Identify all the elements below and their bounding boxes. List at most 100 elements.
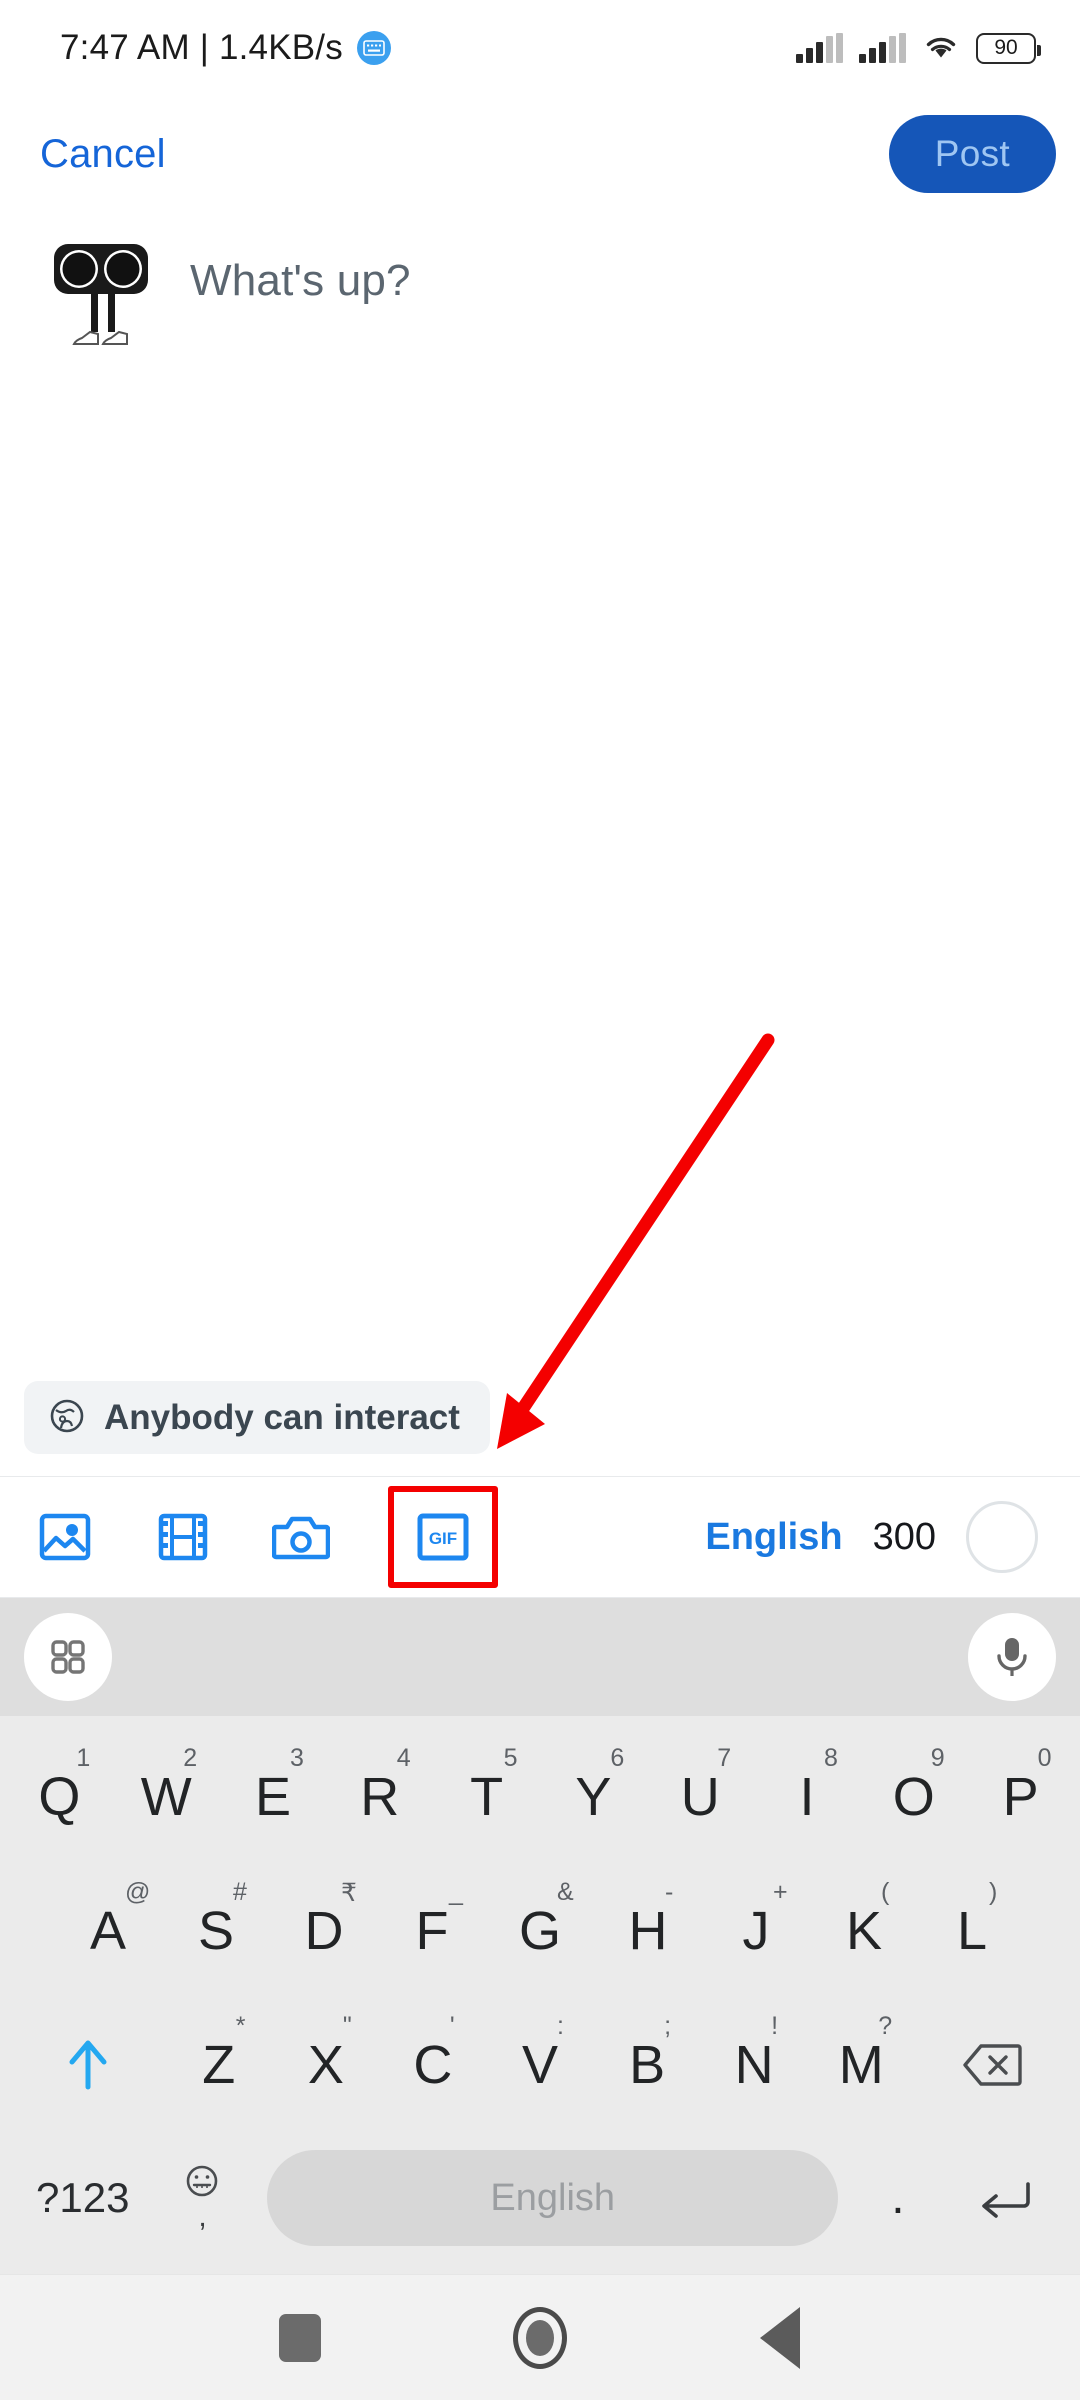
key-b[interactable]: ; B [594,1998,701,2132]
language-button[interactable]: English [705,1516,842,1559]
shift-up-arrow-icon[interactable] [10,1998,165,2132]
key-d[interactable]: ₹ D [270,1864,378,1998]
key-r[interactable]: 4R [326,1730,433,1864]
key-label: A [89,1901,127,1961]
key-label: K [845,1901,883,1961]
globe-icon [48,1397,86,1438]
key-u[interactable]: 7U [647,1730,754,1864]
key-y[interactable]: 6Y [540,1730,647,1864]
soft-keyboard: 1Q 2W 3E 4R 5T 6Y 7U 8I 9O 0P @ A # S ₹ D _… [0,1598,1080,2274]
key-label: X [307,2035,344,2095]
key-sup: 4 [396,1744,411,1772]
key-p[interactable]: 0P [967,1730,1074,1864]
status-bar-left: 7:47 AM | 1.4KB/s [60,28,391,68]
key-sup: 0 [1037,1744,1052,1772]
wifi-icon [922,31,960,66]
grid-apps-icon[interactable] [24,1613,112,1701]
backspace-icon[interactable] [915,1998,1070,2132]
microphone-icon[interactable] [968,1613,1056,1701]
key-label: T [470,1767,504,1827]
home-circle-icon[interactable] [495,2293,585,2383]
emoji-face-icon[interactable]: , [152,2164,254,2232]
key-n[interactable]: ! N [701,1998,808,2132]
key-label: Q [38,1767,81,1827]
composer-action-bar: GIF English 300 [0,1476,1080,1598]
svg-text:GIF: GIF [429,1529,457,1548]
audience-selector-button[interactable]: Anybody can interact [24,1381,490,1454]
key-q[interactable]: 1Q [6,1730,113,1864]
key-label: D [304,1901,344,1961]
key-sup: 9 [930,1744,945,1772]
key-label: ?123 [36,2174,130,2221]
key-label: U [680,1767,720,1827]
key-z[interactable]: * Z [165,1998,272,2132]
key-sup: 6 [610,1744,625,1772]
key-f[interactable]: _ F [378,1864,486,1998]
key-h[interactable]: -H [594,1864,702,1998]
signal-bars-icon [796,33,843,63]
key-t[interactable]: 5T [433,1730,540,1864]
key-sup: ! [771,2012,779,2040]
keyboard-row-2: @ A # S ₹ D _ F & G -H + J (K ) L [6,1864,1074,1998]
audience-row: Anybody can interact [0,1381,1080,1476]
key-g[interactable]: & G [486,1864,594,1998]
keyboard-key-rows: 1Q 2W 3E 4R 5T 6Y 7U 8I 9O 0P @ A # S ₹ D _… [0,1716,1080,2274]
key-m[interactable]: ? M [808,1998,915,2132]
period-key[interactable]: . [852,2174,944,2222]
key-sup: ' [449,2012,455,2040]
enter-return-icon[interactable] [944,2176,1066,2220]
keyboard-row-3: * Z " X ' C :V ; B ! N ? M [6,1998,1074,2132]
key-k[interactable]: (K [810,1864,918,1998]
key-l[interactable]: ) L [918,1864,1026,1998]
back-triangle-icon[interactable] [735,2293,825,2383]
keyboard-row-4: ?123 , English . [6,2132,1074,2274]
recents-square-icon[interactable] [255,2293,345,2383]
key-s[interactable]: # S [162,1864,270,1998]
avatar[interactable] [52,238,154,350]
symbols-key[interactable]: ?123 [14,2177,152,2219]
key-a[interactable]: @ A [54,1864,162,1998]
camera-icon[interactable] [270,1506,332,1568]
key-sup: 1 [76,1744,91,1772]
system-nav-bar [0,2274,1080,2400]
spacebar-key[interactable]: English [267,2150,839,2246]
key-label: C [413,2035,453,2095]
key-label: Y [575,1767,612,1827]
key-x[interactable]: " X [272,1998,379,2132]
key-label: Z [202,2035,236,2095]
key-label: B [629,2035,666,2095]
key-e[interactable]: 3E [220,1730,327,1864]
media-buttons-group: GIF [34,1486,498,1588]
key-label: F [415,1901,449,1961]
key-i[interactable]: 8I [754,1730,861,1864]
status-clock: 7:47 AM | 1.4KB/s [60,28,343,67]
image-icon[interactable] [34,1506,96,1568]
key-sup: & [557,1878,574,1906]
character-count: 300 [872,1515,936,1558]
keyboard-toolbar [0,1598,1080,1716]
key-w[interactable]: 2W [113,1730,220,1864]
key-sup: - [665,1878,674,1906]
key-o[interactable]: 9O [860,1730,967,1864]
key-sup: # [233,1878,247,1906]
cancel-button[interactable]: Cancel [40,132,166,177]
key-label: W [140,1767,192,1827]
composer-placeholder[interactable]: What's up? [190,238,411,1381]
composer-area[interactable]: What's up? [0,212,1080,1381]
status-bar: 7:47 AM | 1.4KB/s 90 [0,0,1080,96]
key-sup: + [773,1878,788,1906]
key-j[interactable]: + J [702,1864,810,1998]
key-c[interactable]: ' C [379,1998,486,2132]
emoji-key-sub-label: , [198,2200,207,2233]
gif-icon[interactable]: GIF [412,1506,474,1568]
key-sup: 8 [823,1744,838,1772]
key-label: N [734,2035,774,2095]
key-sup: 2 [183,1744,198,1772]
post-button[interactable]: Post [888,115,1056,193]
key-label: J [742,1901,770,1961]
key-v[interactable]: :V [486,1998,593,2132]
key-label: M [838,2035,884,2095]
video-icon[interactable] [152,1506,214,1568]
status-bar-right: 90 [796,31,1041,66]
signal-bars-icon-2 [859,33,906,63]
